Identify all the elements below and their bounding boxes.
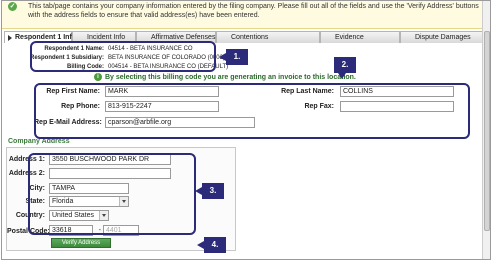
info-icon: ✓	[8, 2, 17, 11]
company-address-title: Company Address	[8, 138, 70, 145]
scroll-down-icon[interactable]	[484, 252, 490, 258]
callout-box-1	[30, 41, 216, 72]
billing-notice: i By selecting this billing code you are …	[94, 73, 356, 81]
tab-evidence[interactable]: Evidence	[320, 31, 400, 43]
info-banner: ✓ This tab/page contains your company in…	[2, 1, 490, 29]
tab-contentions[interactable]: Contentions	[216, 31, 320, 43]
scroll-thumb[interactable]	[484, 31, 490, 231]
vertical-scrollbar[interactable]	[482, 1, 490, 259]
tab-content: Respondent 1 Name: 04514 - BETA INSURANC…	[4, 41, 484, 259]
tab-dispute-damages[interactable]: Dispute Damages	[400, 31, 488, 43]
callout-badge-2: 2.	[334, 57, 356, 79]
expand-arrow-icon	[8, 35, 12, 41]
verify-address-button[interactable]: Verify Address	[51, 238, 111, 248]
callout-box-2	[34, 83, 470, 139]
callout-badge-4: 4.	[197, 237, 226, 253]
scroll-up-icon[interactable]	[484, 2, 490, 8]
banner-text: This tab/page contains your company info…	[28, 3, 479, 19]
info-icon: i	[94, 73, 102, 81]
callout-box-3	[28, 153, 196, 235]
callout-badge-3: 3.	[195, 183, 224, 199]
app-window: ✓ This tab/page contains your company in…	[1, 0, 491, 260]
callout-badge-1: 1.	[219, 49, 248, 65]
